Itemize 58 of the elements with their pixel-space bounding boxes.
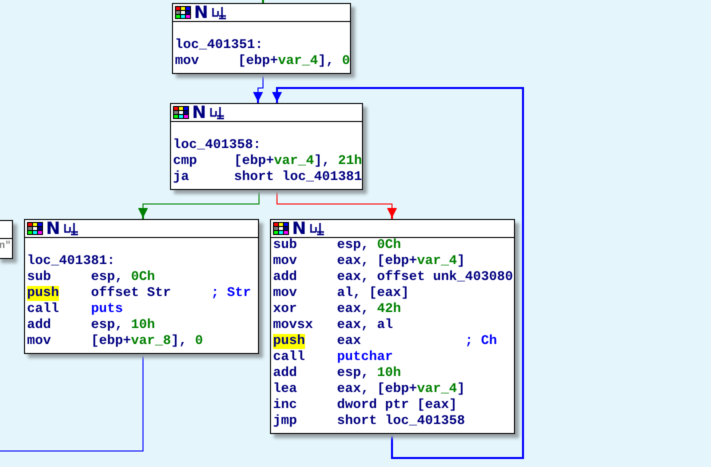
operand: eax, [ebp+var_4] [336, 382, 465, 398]
operand: esp, 10h [336, 366, 401, 382]
code-label: loc_401381: [27, 254, 115, 270]
operand: [ebp+var_8], 0 [90, 334, 203, 350]
mnemonic: jmp [273, 414, 297, 429]
graph-icon [209, 106, 226, 120]
block-type-mark: N [192, 104, 206, 120]
mnemonic: call [273, 350, 305, 365]
mnemonic: mov [273, 254, 297, 269]
mnemonic: sub [27, 270, 51, 285]
operand: eax, offset unk_403080 [336, 270, 513, 286]
mnemonic: xor [273, 302, 297, 317]
mnemonic: lea [273, 382, 297, 397]
mnemonic: movsx [273, 318, 313, 333]
operand: esp, 0Ch [90, 270, 155, 286]
string-fragment: n" [0, 240, 11, 254]
comment: ; Ch [464, 334, 497, 350]
mnemonic: cmp [173, 154, 197, 169]
graph-icon [211, 6, 228, 20]
operand: eax, al [336, 318, 393, 334]
operand: eax, [ebp+var_4] [336, 254, 465, 270]
operand: esp, 0Ch [336, 238, 401, 254]
mnemonic: mov [175, 54, 199, 69]
mnemonic: add [27, 318, 51, 333]
mnemonic: mov [27, 334, 51, 349]
operand: putchar [336, 350, 393, 366]
operand: puts [90, 302, 123, 318]
mnemonic: push [27, 286, 59, 301]
block-type-mark: N [292, 220, 306, 236]
block-type-mark: N [194, 4, 208, 20]
mnemonic: mov [273, 286, 297, 301]
color-grid-icon [27, 222, 43, 235]
mnemonic: add [273, 270, 297, 285]
code-label: loc_401358: [173, 138, 261, 154]
operand: esp, 10h [90, 318, 155, 334]
comment: ; Str [210, 286, 251, 302]
code-label: loc_401351: [175, 38, 263, 54]
block-type-mark: N [46, 220, 60, 236]
operand: short loc_401358 [336, 414, 465, 430]
graph-icon [63, 222, 80, 236]
graph-icon [309, 222, 326, 236]
operand: al, [eax] [336, 286, 409, 302]
color-grid-icon [273, 222, 289, 235]
mnemonic: add [273, 366, 297, 381]
color-grid-icon [173, 106, 189, 119]
operand: [ebp+var_4], 0 [238, 54, 350, 70]
mnemonic: push [273, 334, 305, 349]
operand: eax [336, 334, 362, 350]
operand: [ebp+var_4], 21h [234, 154, 362, 170]
operand: short loc_401381 [234, 170, 362, 186]
mnemonic: sub [273, 238, 297, 253]
operand: offset Str [90, 286, 172, 302]
mnemonic: inc [273, 398, 297, 413]
operand: dword ptr [eax] [336, 398, 457, 414]
mnemonic: call [27, 302, 59, 317]
mnemonic: ja [173, 170, 189, 185]
color-grid-icon [175, 6, 191, 19]
operand: eax, 42h [336, 302, 401, 318]
